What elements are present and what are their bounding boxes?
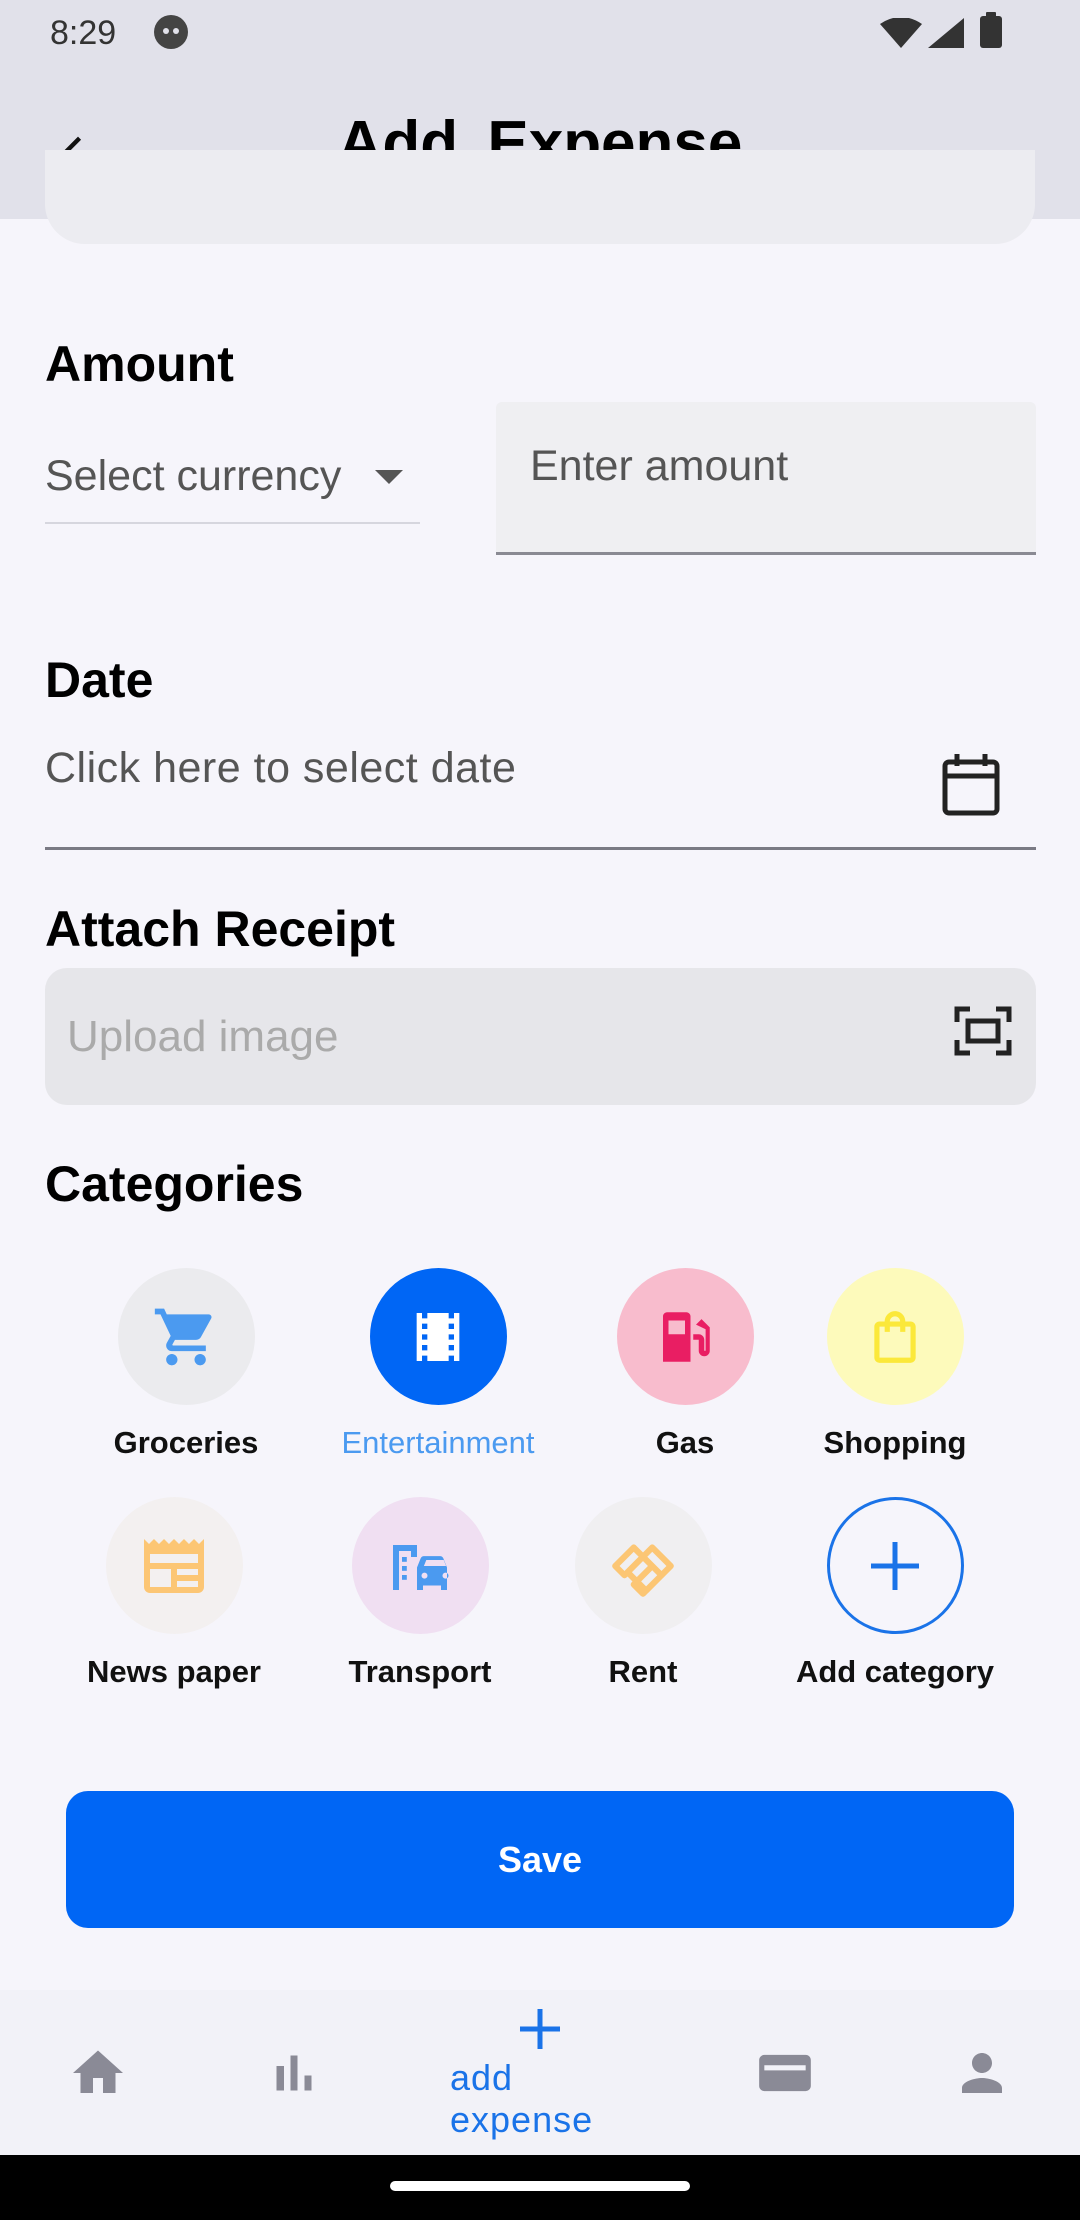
status-time: 8:29 [50, 14, 117, 52]
nav-profile[interactable] [892, 1990, 1072, 2155]
battery-icon [980, 12, 1002, 48]
category-rent[interactable]: Rent [523, 1497, 763, 1690]
category-icon-circle [616, 1268, 754, 1405]
amount-field[interactable] [496, 402, 1036, 555]
scan-icon[interactable] [954, 1006, 1012, 1056]
shopping-bag-icon [874, 1310, 916, 1363]
bar-chart-icon [276, 2055, 312, 2090]
wallet-icon [759, 2054, 811, 2091]
category-transport[interactable]: Transport [300, 1497, 540, 1690]
film-icon [416, 1312, 460, 1361]
handshake-icon [612, 1543, 674, 1597]
save-button[interactable]: Save [66, 1791, 1014, 1928]
amount-input[interactable] [530, 442, 1010, 491]
nav-wallet[interactable] [695, 1990, 875, 2155]
nav-statistics[interactable] [204, 1990, 384, 2155]
upload-image-field[interactable]: Upload image [45, 968, 1036, 1105]
gas-pump-icon [663, 1311, 710, 1362]
category-entertainment[interactable]: Entertainment [318, 1268, 558, 1461]
status-bar: 8:29 [0, 0, 1080, 66]
category-icon-circle [826, 1497, 964, 1634]
category-icon-circle [351, 1497, 489, 1634]
date-label: Date [45, 652, 154, 708]
calendar-icon[interactable] [942, 754, 1000, 816]
category-label: Transport [348, 1654, 492, 1689]
category-label: Add category [795, 1654, 995, 1689]
home-gesture-pill[interactable] [390, 2181, 690, 2191]
nav-add-expense-label: add expense [450, 2056, 594, 2140]
category-shopping[interactable]: Shopping [775, 1268, 1015, 1461]
bottom-navigation: add expense [0, 1990, 1080, 2155]
category-label: Gas [655, 1425, 715, 1460]
currency-select-text: Select currency [45, 452, 342, 500]
category-label: Shopping [823, 1425, 967, 1460]
currency-select[interactable]: Select currency [45, 430, 420, 524]
add-category-button[interactable]: Add category [775, 1497, 1015, 1690]
category-label: News paper [86, 1654, 261, 1689]
category-icon-circle [117, 1268, 255, 1405]
category-label: Entertainment [341, 1425, 535, 1460]
category-label: Rent [608, 1654, 678, 1689]
nav-home[interactable] [8, 1990, 188, 2155]
category-label: Groceries [113, 1425, 259, 1460]
category-icon-circle [574, 1497, 712, 1634]
transport-icon [393, 1544, 449, 1590]
system-navigation-bar [0, 2155, 1080, 2220]
cart-icon [154, 1308, 212, 1365]
nav-add-expense[interactable]: add expense [450, 1990, 630, 2155]
upload-image-text: Upload image [67, 1012, 339, 1061]
plus-icon [520, 2008, 560, 2049]
category-gas[interactable]: Gas [565, 1268, 805, 1461]
previous-input-field[interactable] [45, 150, 1035, 244]
category-icon-circle [369, 1268, 507, 1405]
category-groceries[interactable]: Groceries [66, 1268, 306, 1461]
date-field[interactable]: Click here to select date [45, 730, 1036, 850]
notification-cat-icon [154, 15, 188, 49]
category-news-paper[interactable]: News paper [54, 1497, 294, 1690]
category-icon-circle [105, 1497, 243, 1634]
amount-label: Amount [45, 336, 234, 392]
categories-label: Categories [45, 1156, 304, 1212]
wifi-icon [880, 18, 922, 48]
caret-down-icon [375, 470, 403, 484]
person-icon [962, 2052, 1002, 2093]
signal-icon [928, 18, 964, 48]
attach-receipt-label: Attach Receipt [45, 901, 396, 957]
category-icon-circle [826, 1268, 964, 1405]
plus-icon [871, 1541, 919, 1590]
newspaper-icon [144, 1538, 204, 1593]
date-field-text: Click here to select date [45, 744, 517, 792]
home-icon [73, 2050, 123, 2093]
